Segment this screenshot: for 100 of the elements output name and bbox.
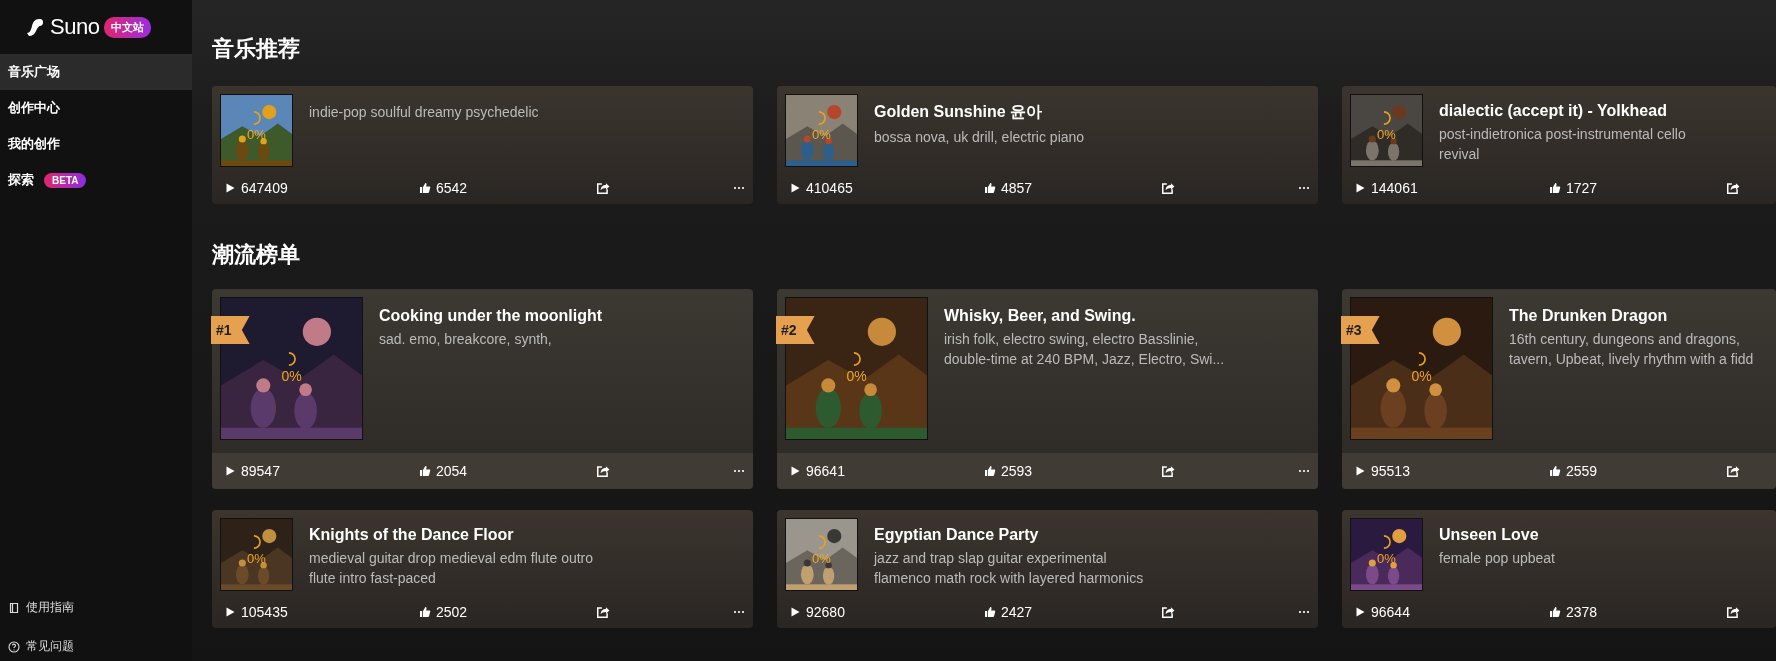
progress-text: 0% xyxy=(1377,126,1396,142)
progress-text: 0% xyxy=(1377,550,1396,566)
like-count: 1727 xyxy=(1566,179,1598,196)
thumbs-up-icon[interactable] xyxy=(419,465,431,477)
share-icon[interactable] xyxy=(1161,604,1175,619)
play-icon[interactable] xyxy=(1354,181,1366,194)
play-icon[interactable] xyxy=(1354,465,1366,477)
song-title[interactable]: Cooking under the moonlight xyxy=(379,307,603,325)
loading-spinner-icon xyxy=(817,110,826,125)
song-card[interactable]: 0% Cooking under the moonlight sad. emo, breakcore, synth, #1 89547 2054 xyxy=(212,289,753,489)
more-icon[interactable] xyxy=(733,469,745,473)
song-tags: 16th century, dungeons and dragons, tavern, Upbeat, lively rhythm with a fidd xyxy=(1509,329,1768,369)
song-title[interactable]: Golden Sunshine 윤아 xyxy=(874,102,1085,123)
song-tags: female pop upbeat xyxy=(1439,548,1555,568)
song-title[interactable]: Unseen Love xyxy=(1439,526,1555,544)
play-count: 95513 xyxy=(1371,463,1410,479)
song-card[interactable]: 0% Unseen Love female pop upbeat 96644 2378 xyxy=(1342,510,1776,628)
more-icon[interactable] xyxy=(733,609,745,614)
section-title: 音乐推荐 xyxy=(212,36,301,62)
play-count: 410465 xyxy=(806,179,853,196)
thumbs-up-icon[interactable] xyxy=(984,465,996,477)
nav-item[interactable]: 创作中心 xyxy=(0,90,192,126)
share-icon[interactable] xyxy=(1726,464,1740,478)
play-count: 105435 xyxy=(241,603,288,620)
book-icon xyxy=(8,601,20,614)
beta-badge: BETA xyxy=(44,172,87,188)
like-count: 2559 xyxy=(1566,463,1598,479)
song-tags: irish folk, electro swing, electro Basslinie, double-time at 240 BPM, Jazz, Electro, Swi... xyxy=(944,329,1244,369)
loading-spinner-icon xyxy=(1382,110,1391,125)
progress-text: 0% xyxy=(1411,367,1432,384)
song-card[interactable]: 0% dialectic (accept it) - Yolkhead post-indietronica post-instrumental cello revival 144061 1727 xyxy=(1342,86,1776,204)
song-title[interactable]: Egyptian Dance Party xyxy=(874,526,1160,544)
play-count: 144061 xyxy=(1371,179,1418,196)
like-count: 2054 xyxy=(436,463,468,479)
progress-text: 0% xyxy=(846,367,867,384)
song-tags: indie-pop soulful dreamy psychedelic xyxy=(309,102,539,122)
section-title: 潮流榜单 xyxy=(212,242,301,268)
share-icon[interactable] xyxy=(1161,180,1175,195)
song-card[interactable]: 0% The Drunken Dragon 16th century, dungeons and dragons, tavern, Upbeat, lively rhythm with a fidd #3 95513 2559 xyxy=(1342,289,1776,489)
logo-icon xyxy=(25,17,45,37)
like-count: 2502 xyxy=(436,603,468,620)
song-title[interactable]: Knights of the Dance Floor xyxy=(309,526,595,544)
thumbs-up-icon[interactable] xyxy=(984,605,996,618)
thumbs-up-icon[interactable] xyxy=(419,605,431,618)
song-card[interactable]: 0% Golden Sunshine 윤아 bossa nova, uk drill, electric piano 410465 4857 xyxy=(777,86,1318,204)
play-count: 647409 xyxy=(241,179,288,196)
thumbs-up-icon[interactable] xyxy=(1549,465,1561,477)
rank-ribbon: #3 xyxy=(1341,316,1380,344)
more-icon[interactable] xyxy=(1298,609,1310,614)
help-icon xyxy=(8,640,20,653)
loading-spinner-icon xyxy=(252,534,261,549)
nav-item[interactable]: 音乐广场 xyxy=(0,54,192,90)
song-title[interactable]: Whisky, Beer, and Swing. xyxy=(944,307,1244,325)
play-icon[interactable] xyxy=(789,465,801,477)
song-tags: medieval guitar drop medieval edm flute outro flute intro fast-paced xyxy=(309,548,595,588)
play-count: 89547 xyxy=(241,463,280,479)
more-icon[interactable] xyxy=(733,185,745,190)
share-icon[interactable] xyxy=(1726,604,1740,619)
like-count: 6542 xyxy=(436,179,468,196)
loading-spinner-icon xyxy=(1382,534,1391,549)
song-tags: bossa nova, uk drill, electric piano xyxy=(874,127,1085,147)
song-card[interactable]: 0% Egyptian Dance Party jazz and trap slap guitar experimental flamenco math rock with layered harmonics 92680 2427 xyxy=(777,510,1318,628)
rank-ribbon: #2 xyxy=(776,316,815,344)
play-icon[interactable] xyxy=(789,605,801,618)
thumbs-up-icon[interactable] xyxy=(419,181,431,194)
share-icon[interactable] xyxy=(596,180,610,195)
nav-item[interactable]: 探索 BETA xyxy=(0,162,192,198)
play-count: 96644 xyxy=(1371,603,1410,620)
share-icon[interactable] xyxy=(1726,180,1740,195)
play-count: 96641 xyxy=(806,463,845,479)
song-title[interactable]: dialectic (accept it) - Yolkhead xyxy=(1439,102,1725,120)
thumbs-up-icon[interactable] xyxy=(1549,181,1561,194)
share-icon[interactable] xyxy=(596,464,610,478)
like-count: 4857 xyxy=(1001,179,1033,196)
logo-text: Suno xyxy=(50,14,100,40)
progress-text: 0% xyxy=(281,367,302,384)
song-tags: jazz and trap slap guitar experimental flamenco math rock with layered harmonics xyxy=(874,548,1160,588)
song-card[interactable]: 0% Knights of the Dance Floor medieval guitar drop medieval edm flute outro flute intro fast-paced 105435 2502 xyxy=(212,510,753,628)
play-count: 92680 xyxy=(806,603,845,620)
play-icon[interactable] xyxy=(789,181,801,194)
like-count: 2593 xyxy=(1001,463,1033,479)
share-icon[interactable] xyxy=(596,604,610,619)
play-icon[interactable] xyxy=(224,181,236,194)
loading-spinner-icon xyxy=(287,351,296,366)
help-link[interactable]: 常见问题 xyxy=(26,638,74,655)
play-icon[interactable] xyxy=(224,605,236,618)
song-card[interactable]: 0% Whisky, Beer, and Swing. irish folk, electro swing, electro Basslinie, double-time at 240 BPM, Jazz, Electro, Swi... #2 96641 2593 xyxy=(777,289,1318,489)
loading-spinner-icon xyxy=(252,110,261,125)
thumbs-up-icon[interactable] xyxy=(1549,605,1561,618)
nav-item[interactable]: 我的创作 xyxy=(0,126,192,162)
progress-text: 0% xyxy=(812,550,831,566)
song-title[interactable]: The Drunken Dragon xyxy=(1509,307,1768,325)
help-link[interactable]: 使用指南 xyxy=(26,599,74,616)
play-icon[interactable] xyxy=(1354,605,1366,618)
play-icon[interactable] xyxy=(224,465,236,477)
thumbs-up-icon[interactable] xyxy=(984,181,996,194)
share-icon[interactable] xyxy=(1161,464,1175,478)
more-icon[interactable] xyxy=(1298,185,1310,190)
more-icon[interactable] xyxy=(1298,469,1310,473)
loading-spinner-icon xyxy=(817,534,826,549)
